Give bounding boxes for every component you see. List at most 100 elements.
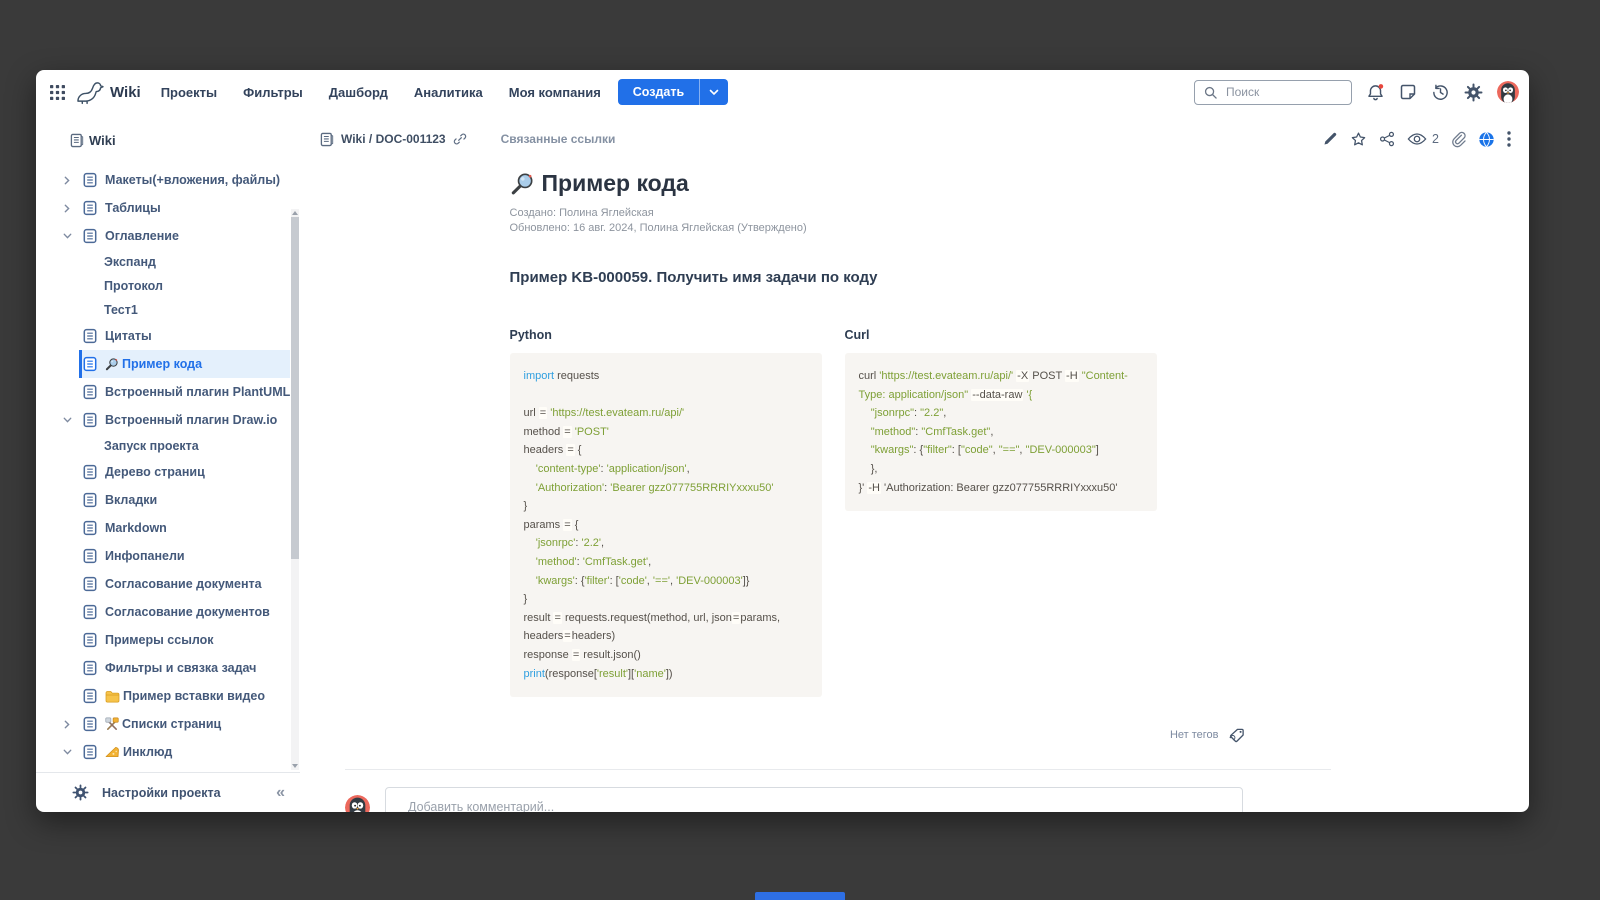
sidebar-item[interactable]: Дерево страниц: [82, 458, 290, 486]
app-title[interactable]: Wiki: [110, 84, 141, 101]
views-eye-icon[interactable]: [1407, 132, 1427, 146]
sidebar-item-label: Таблицы: [105, 201, 161, 215]
create-button-label[interactable]: Создать: [618, 79, 699, 105]
sidebar-item[interactable]: Протокол: [82, 274, 290, 298]
share-icon[interactable]: [1379, 131, 1395, 147]
dinosaur-logo-icon[interactable]: [75, 80, 104, 105]
nav-item-0[interactable]: Проекты: [161, 85, 217, 100]
app-grid-icon[interactable]: [50, 85, 65, 100]
sidebar-item[interactable]: Инфопанели: [82, 542, 290, 570]
document-icon: [82, 660, 98, 676]
tags-empty-label: Нет тегов: [1170, 729, 1219, 741]
meta-updated: Обновлено: 16 авг. 2024, Полина Яглейска…: [510, 221, 1320, 236]
sidebar-item-label: Списки страниц: [122, 717, 221, 731]
notifications-bell-icon[interactable]: [1366, 83, 1385, 102]
sidebar-item-label: Вкладки: [105, 493, 157, 507]
document: Пример кода Создано: Полина Яглейская Об…: [510, 170, 1320, 743]
sidebar-item[interactable]: Встроенный плагин Draw.io: [82, 406, 290, 434]
sidebar-item[interactable]: Согласование документов: [82, 598, 290, 626]
scrollbar-down-arrow-icon[interactable]: [292, 764, 298, 768]
document-icon: [82, 604, 98, 620]
document-icon: [82, 688, 98, 704]
comment-input-box[interactable]: [385, 787, 1243, 812]
tags-row: Нет тегов: [510, 727, 1320, 743]
add-tag-icon[interactable]: [1228, 727, 1246, 743]
breadcrumb[interactable]: Wiki / DOC-001123: [320, 132, 467, 147]
chevron-down-icon[interactable]: [63, 232, 73, 240]
breadcrumb-label[interactable]: Wiki / DOC-001123: [341, 132, 446, 146]
code-block[interactable]: curl 'https://test.evateam.ru/api/' -X P…: [845, 353, 1157, 511]
nav-item-4[interactable]: Моя компания: [509, 85, 601, 100]
comment-input[interactable]: [406, 799, 1222, 812]
sidebar-item[interactable]: Markdown: [82, 514, 290, 542]
sidebar-item-label: Встроенный плагин PlantUML: [105, 385, 290, 399]
sidebar-item-label: Инклюд: [123, 745, 172, 759]
notes-icon[interactable]: [1399, 83, 1417, 101]
create-button[interactable]: Создать: [618, 79, 728, 105]
sidebar-item[interactable]: Макеты(+вложения, файлы): [82, 166, 290, 194]
project-settings-gear-icon[interactable]: [72, 784, 89, 801]
app-window: Wiki Проекты Фильтры Дашборд Аналитика Моя к…: [36, 70, 1529, 812]
sidebar-item-label: Пример вставки видео: [123, 689, 265, 703]
nav-item-3[interactable]: Аналитика: [414, 85, 483, 100]
sidebar-item[interactable]: Встроенный плагин PlantUML: [82, 378, 290, 406]
content: Wiki / DOC-001123 Связанные ссылки: [300, 114, 1529, 812]
document-icon: [82, 328, 98, 344]
scrollbar-up-arrow-icon[interactable]: [292, 211, 298, 215]
code-block[interactable]: import requests url = 'https://test.evat…: [510, 353, 822, 697]
sidebar-item[interactable]: Примеры ссылок: [82, 626, 290, 654]
nav-item-2[interactable]: Дашборд: [329, 85, 388, 100]
search-box[interactable]: [1194, 80, 1352, 105]
desktop: Wiki Проекты Фильтры Дашборд Аналитика Моя к…: [0, 0, 1600, 900]
more-kebab-icon[interactable]: [1507, 131, 1511, 147]
sidebar-scrollbar[interactable]: [291, 209, 299, 770]
sidebar-scrollbar-thumb[interactable]: [291, 217, 299, 559]
sidebar-item[interactable]: Таблицы: [82, 194, 290, 222]
attachment-paperclip-icon[interactable]: [1451, 131, 1466, 148]
nav-item-1[interactable]: Фильтры: [243, 85, 303, 100]
sidebar-item[interactable]: Пример вставки видео: [82, 682, 290, 710]
sidebar-item-label: Макеты(+вложения, файлы): [105, 173, 280, 187]
sidebar-item[interactable]: Цитаты: [82, 322, 290, 350]
public-globe-icon[interactable]: [1478, 131, 1495, 148]
sidebar-collapse-button[interactable]: «: [276, 784, 284, 802]
sidebar-item-label: Экспанд: [104, 255, 156, 269]
sidebar-item[interactable]: Списки страниц: [82, 710, 290, 738]
search-input[interactable]: [1224, 84, 1342, 100]
content-toolbar-row: Wiki / DOC-001123 Связанные ссылки: [320, 124, 1511, 154]
sidebar-item[interactable]: Тест1: [82, 298, 290, 322]
chevron-right-icon[interactable]: [63, 204, 73, 213]
favorite-star-icon[interactable]: [1350, 131, 1367, 148]
chevron-right-icon[interactable]: [63, 176, 73, 185]
sidebar-item[interactable]: Для вставки: [82, 766, 290, 772]
document-icon: [82, 548, 98, 564]
sidebar-item[interactable]: Вкладки: [82, 486, 290, 514]
sidebar-item-label: Протокол: [104, 279, 163, 293]
chevron-down-icon[interactable]: [63, 748, 73, 756]
settings-gear-icon[interactable]: [1464, 83, 1483, 102]
sidebar-item[interactable]: Экспанд: [82, 250, 290, 274]
sidebar-item-label: Примеры ссылок: [105, 633, 214, 647]
chevron-down-icon[interactable]: [63, 416, 73, 424]
page-toolbar: 2: [1322, 131, 1511, 148]
sidebar-item[interactable]: Пример кода: [79, 350, 290, 378]
project-settings-label[interactable]: Настройки проекта: [102, 786, 221, 800]
chevron-right-icon[interactable]: [63, 720, 73, 729]
edit-pencil-icon[interactable]: [1322, 131, 1338, 147]
document-icon: [82, 172, 98, 188]
document-icon: [82, 716, 98, 732]
document-icon: [82, 492, 98, 508]
sidebar-item[interactable]: Оглавление: [82, 222, 290, 250]
sidebar-item[interactable]: Инклюд: [82, 738, 290, 766]
sidebar-item[interactable]: Запуск проекта: [82, 434, 290, 458]
user-avatar[interactable]: [1497, 81, 1519, 103]
document-icon: [82, 744, 98, 760]
document-scroll-area: Пример кода Создано: Полина Яглейская Об…: [300, 154, 1529, 812]
link-icon[interactable]: [453, 132, 467, 146]
history-icon[interactable]: [1431, 83, 1450, 102]
create-dropdown-chevron-icon[interactable]: [699, 79, 728, 105]
sidebar-item[interactable]: Согласование документа: [82, 570, 290, 598]
related-links[interactable]: Связанные ссылки: [501, 132, 616, 146]
sidebar-item[interactable]: Фильтры и связка задач: [82, 654, 290, 682]
magnifier-title-icon: [510, 171, 535, 196]
